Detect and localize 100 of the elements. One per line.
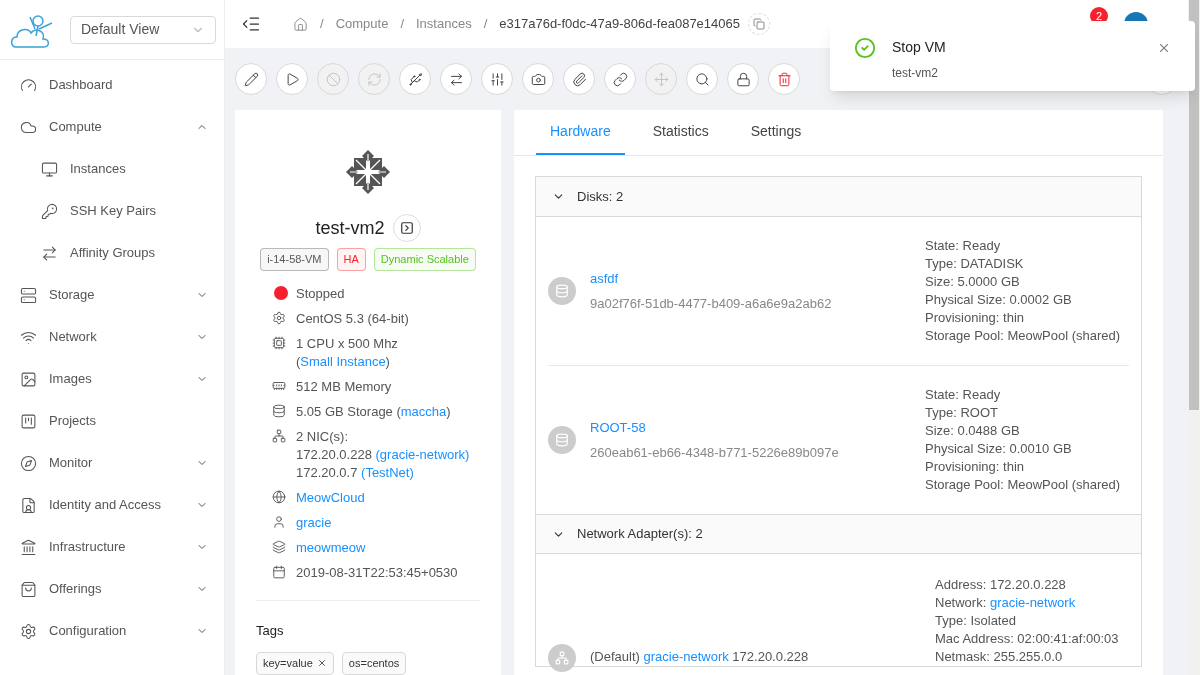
layers-icon <box>272 539 286 554</box>
close-icon[interactable] <box>316 658 327 669</box>
play-icon <box>284 71 300 87</box>
sidebar-item[interactable]: Configuration <box>0 610 224 652</box>
action-button[interactable] <box>440 63 472 95</box>
detail-text: 2019-08-31T22:53:45+0530 <box>296 563 458 582</box>
link-icon <box>612 71 628 87</box>
detail-text: CentOS 5.3 (64-bit) <box>296 309 409 328</box>
action-button[interactable] <box>727 63 759 95</box>
paperclip-icon <box>571 71 587 87</box>
user-icon <box>272 514 286 529</box>
disk-property: Physical Size: 0.0002 GB <box>925 291 1073 309</box>
success-icon <box>854 37 876 59</box>
tag: os=centos <box>341 652 407 675</box>
tag: key=value <box>256 652 334 675</box>
detail-text: 5.05 GB Storage (maccha) <box>296 402 451 421</box>
disk-property: Provisioning: thin <box>925 309 1025 327</box>
nic-property: Mac Address: 02:00:41:af:00:03 <box>935 630 1120 648</box>
disk-id: 9a02f76f-51db-4477-b409-a6a6e9a2ab62 <box>590 295 832 313</box>
disk-property: State: Ready <box>925 237 1002 255</box>
camera-icon <box>530 71 546 87</box>
status-text: Stopped <box>296 284 345 303</box>
nic-property: Address: 172.20.0.228 <box>935 576 1067 594</box>
settings-icon <box>20 622 37 640</box>
disk-property: Type: DATADISK <box>925 255 1025 273</box>
edit-icon <box>243 71 259 87</box>
sidebar-item[interactable]: Offerings <box>0 568 224 610</box>
sidebar-item[interactable]: Identity and Access <box>0 484 224 526</box>
scrollbar-thumb[interactable] <box>1189 0 1199 410</box>
sidebar-subitem[interactable]: SSH Key Pairs <box>0 190 224 232</box>
breadcrumb-item[interactable]: Instances <box>416 14 472 34</box>
server-icon <box>20 286 37 304</box>
lock-icon <box>735 71 751 87</box>
tag: HA <box>336 248 366 271</box>
os-logo-icon <box>346 150 390 194</box>
bag-icon <box>20 580 37 598</box>
image-icon <box>20 370 37 388</box>
sidebar-item[interactable]: Storage <box>0 274 224 316</box>
refresh-icon <box>366 71 382 87</box>
instance-name: test-vm2 <box>315 216 385 240</box>
calendar-icon <box>272 564 286 579</box>
user-file-icon <box>20 496 37 514</box>
sidebar-item[interactable]: Monitor <box>0 442 224 484</box>
disk-property: Provisioning: thin <box>925 458 1025 476</box>
stop-icon <box>325 71 341 87</box>
breadcrumb-item: e317a76d-f0dc-47a9-806d-fea087e14065 <box>499 15 740 34</box>
view-select[interactable]: Default View <box>70 15 216 44</box>
sidebar-item[interactable]: Dashboard <box>0 64 224 106</box>
home-icon[interactable] <box>293 16 308 32</box>
collapse-header[interactable]: Disks: 2 <box>536 177 1141 217</box>
detail-text: 172.20.0.228 (gracie-network) <box>296 446 470 462</box>
sidebar-item[interactable]: Network <box>0 316 224 358</box>
action-button[interactable] <box>686 63 718 95</box>
breadcrumb-separator: / <box>483 15 488 34</box>
network-icon <box>272 428 286 443</box>
search-icon <box>694 71 710 87</box>
tab[interactable]: Settings <box>736 110 816 155</box>
tag: Dynamic Scalable <box>373 248 476 271</box>
tags-title: Tags <box>256 621 285 640</box>
disk-property: Size: 5.0000 GB <box>925 273 1021 291</box>
detail-text: 172.20.0.7 (TestNet) <box>296 464 414 480</box>
disk-property: Storage Pool: MeowPool (shared) <box>925 327 1122 345</box>
breadcrumb-item[interactable]: Compute <box>335 14 389 34</box>
move-icon <box>653 71 669 87</box>
close-icon[interactable] <box>1157 41 1171 55</box>
sidebar-item[interactable]: Projects <box>0 400 224 442</box>
tab[interactable]: Statistics <box>638 110 723 155</box>
monitor-icon <box>41 160 58 178</box>
sidebar-item[interactable]: Infrastructure <box>0 526 224 568</box>
detail-text: 2 NIC(s): <box>296 427 348 446</box>
nic-property: Type: Isolated <box>935 612 1017 630</box>
bank-icon <box>20 538 37 556</box>
arrows-icon <box>41 244 58 262</box>
collapse-header[interactable]: Network Adapter(s): 2 <box>536 514 1141 554</box>
disk-id: 260eab61-eb66-4348-b771-5226e89b097e <box>590 444 839 462</box>
action-button[interactable] <box>768 63 800 95</box>
action-button[interactable] <box>604 63 636 95</box>
action-button[interactable] <box>399 63 431 95</box>
action-button[interactable] <box>522 63 554 95</box>
detail-text: 512 MB Memory <box>296 377 392 396</box>
globe-icon <box>272 489 286 504</box>
sidebar-item[interactable]: Compute <box>0 106 224 148</box>
compass-icon <box>20 454 37 472</box>
gauge-icon <box>20 76 37 94</box>
toast-message: test-vm2 <box>892 65 939 82</box>
breadcrumb-separator: / <box>320 15 324 34</box>
breadcrumb-separator: / <box>400 15 404 34</box>
copy-icon <box>753 18 765 30</box>
chip-icon <box>272 335 286 350</box>
disk-property: State: Ready <box>925 386 1002 404</box>
action-button[interactable] <box>276 63 308 95</box>
action-button[interactable] <box>481 63 513 95</box>
toast-title: Stop VM <box>892 38 947 57</box>
sidebar-item[interactable]: Images <box>0 358 224 400</box>
action-button[interactable] <box>563 63 595 95</box>
kanban-icon <box>20 412 37 430</box>
sidebar-subitem[interactable]: Instances <box>0 148 224 190</box>
sidebar-subitem[interactable]: Affinity Groups <box>0 232 224 274</box>
disk-property: Type: ROOT <box>925 404 999 422</box>
detail-text: 1 CPU x 500 Mhz (Small Instance) <box>296 334 399 371</box>
